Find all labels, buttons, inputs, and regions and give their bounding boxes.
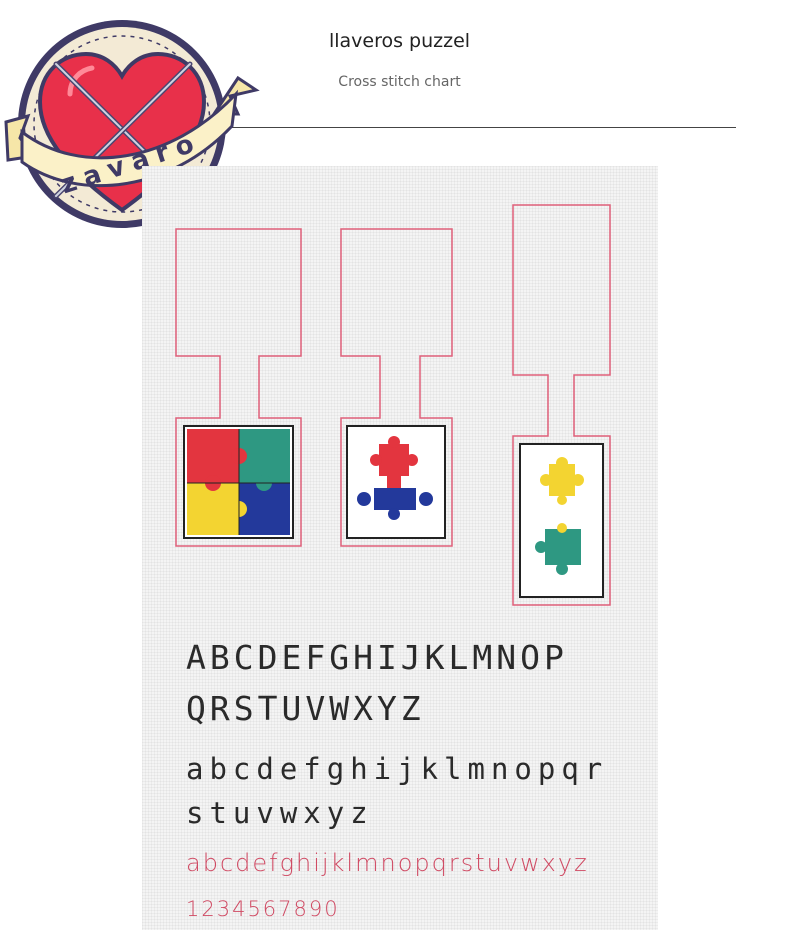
uppercase-alphabet-row-1: ABCDEFGHIJKLMNOP <box>186 638 568 677</box>
keychain-1-puzzle <box>183 425 294 539</box>
backstitch-lowercase-alphabet: abcdefghijklmnopqrstuvwxyz <box>186 849 589 877</box>
keychain-2-puzzle <box>346 425 446 539</box>
uppercase-alphabet-row-2: QRSTUVWXYZ <box>186 689 425 728</box>
header-divider <box>232 127 736 128</box>
lowercase-alphabet-row-2: stuvwxyz <box>186 796 374 830</box>
cross-stitch-chart: ABCDEFGHIJKLMNOP QRSTUVWXYZ abcdefghijkl… <box>142 166 658 930</box>
keychain-3-puzzle <box>519 443 604 598</box>
lowercase-alphabet-row-1: abcdefghijklmnopqr <box>186 752 609 786</box>
backstitch-digits: 1234567890 <box>186 897 340 921</box>
